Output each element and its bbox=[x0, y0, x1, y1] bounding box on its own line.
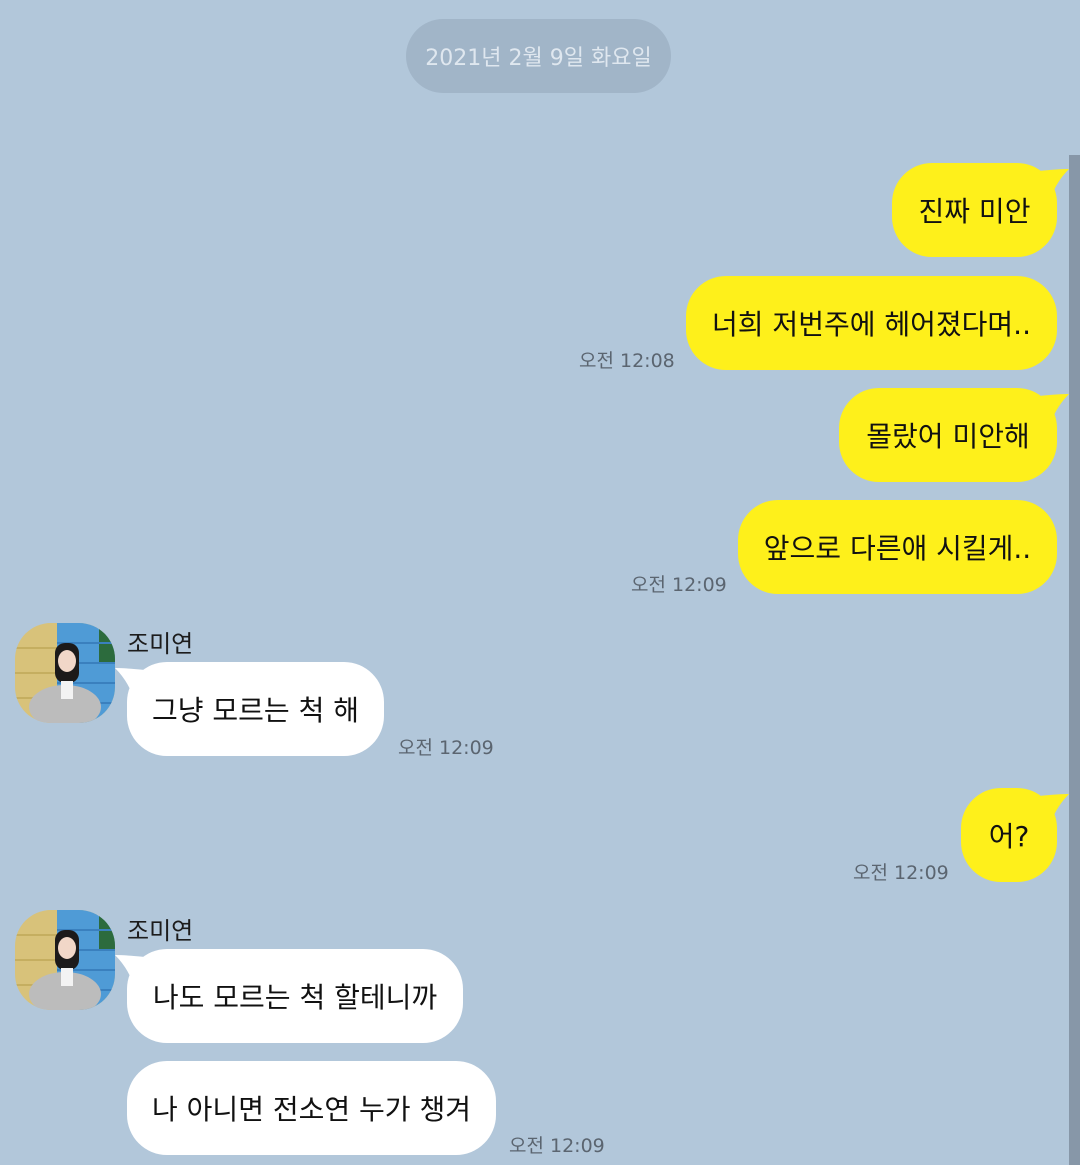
outgoing-message-bubble[interactable]: 몰랐어 미안해 bbox=[839, 388, 1069, 482]
message-text: 진짜 미안 bbox=[918, 195, 1031, 228]
message-text: 몰랐어 미안해 bbox=[866, 420, 1030, 453]
sender-avatar[interactable] bbox=[15, 910, 115, 1010]
outgoing-message-bubble[interactable]: 어? bbox=[961, 788, 1069, 882]
incoming-message-bubble[interactable]: 나 아니면 전소연 누가 챙겨 bbox=[127, 1061, 496, 1155]
message-timestamp: 오전 12:09 bbox=[509, 1135, 605, 1157]
date-separator: 2021년 2월 9일 화요일 bbox=[406, 19, 671, 93]
outgoing-message-bubble[interactable]: 앞으로 다른애 시킬게.. bbox=[738, 500, 1057, 594]
outgoing-message-bubble[interactable]: 너희 저번주에 헤어졌다며.. bbox=[686, 276, 1057, 370]
profile-photo-icon bbox=[15, 623, 115, 723]
bubble-tail-icon bbox=[1039, 169, 1069, 197]
sender-name: 조미연 bbox=[127, 917, 194, 945]
bubble-tail-icon bbox=[115, 955, 145, 983]
message-text: 나 아니면 전소연 누가 챙겨 bbox=[152, 1093, 471, 1126]
profile-photo-icon bbox=[15, 910, 115, 1010]
chat-scrollbar[interactable] bbox=[1069, 155, 1080, 1165]
date-separator-label: 2021년 2월 9일 화요일 bbox=[425, 46, 652, 71]
bubble-tail-icon bbox=[1039, 794, 1069, 822]
message-timestamp: 오전 12:09 bbox=[398, 737, 494, 759]
message-timestamp: 오전 12:08 bbox=[579, 350, 675, 372]
message-text: 나도 모르는 척 할테니까 bbox=[152, 981, 438, 1014]
bubble-tail-icon bbox=[115, 668, 145, 696]
message-timestamp: 오전 12:09 bbox=[853, 862, 949, 884]
message-timestamp: 오전 12:09 bbox=[631, 574, 727, 596]
incoming-message-bubble[interactable]: 그냥 모르는 척 해 bbox=[115, 662, 384, 756]
message-text: 그냥 모르는 척 해 bbox=[151, 694, 360, 727]
outgoing-message-bubble[interactable]: 진짜 미안 bbox=[892, 163, 1069, 257]
incoming-message-bubble[interactable]: 나도 모르는 척 할테니까 bbox=[115, 949, 463, 1043]
message-text: 앞으로 다른애 시킬게.. bbox=[763, 532, 1032, 565]
sender-avatar[interactable] bbox=[15, 623, 115, 723]
sender-name: 조미연 bbox=[127, 630, 194, 658]
message-text: 너희 저번주에 헤어졌다며.. bbox=[712, 308, 1031, 341]
message-text: 어? bbox=[988, 820, 1030, 853]
bubble-tail-icon bbox=[1039, 394, 1069, 422]
